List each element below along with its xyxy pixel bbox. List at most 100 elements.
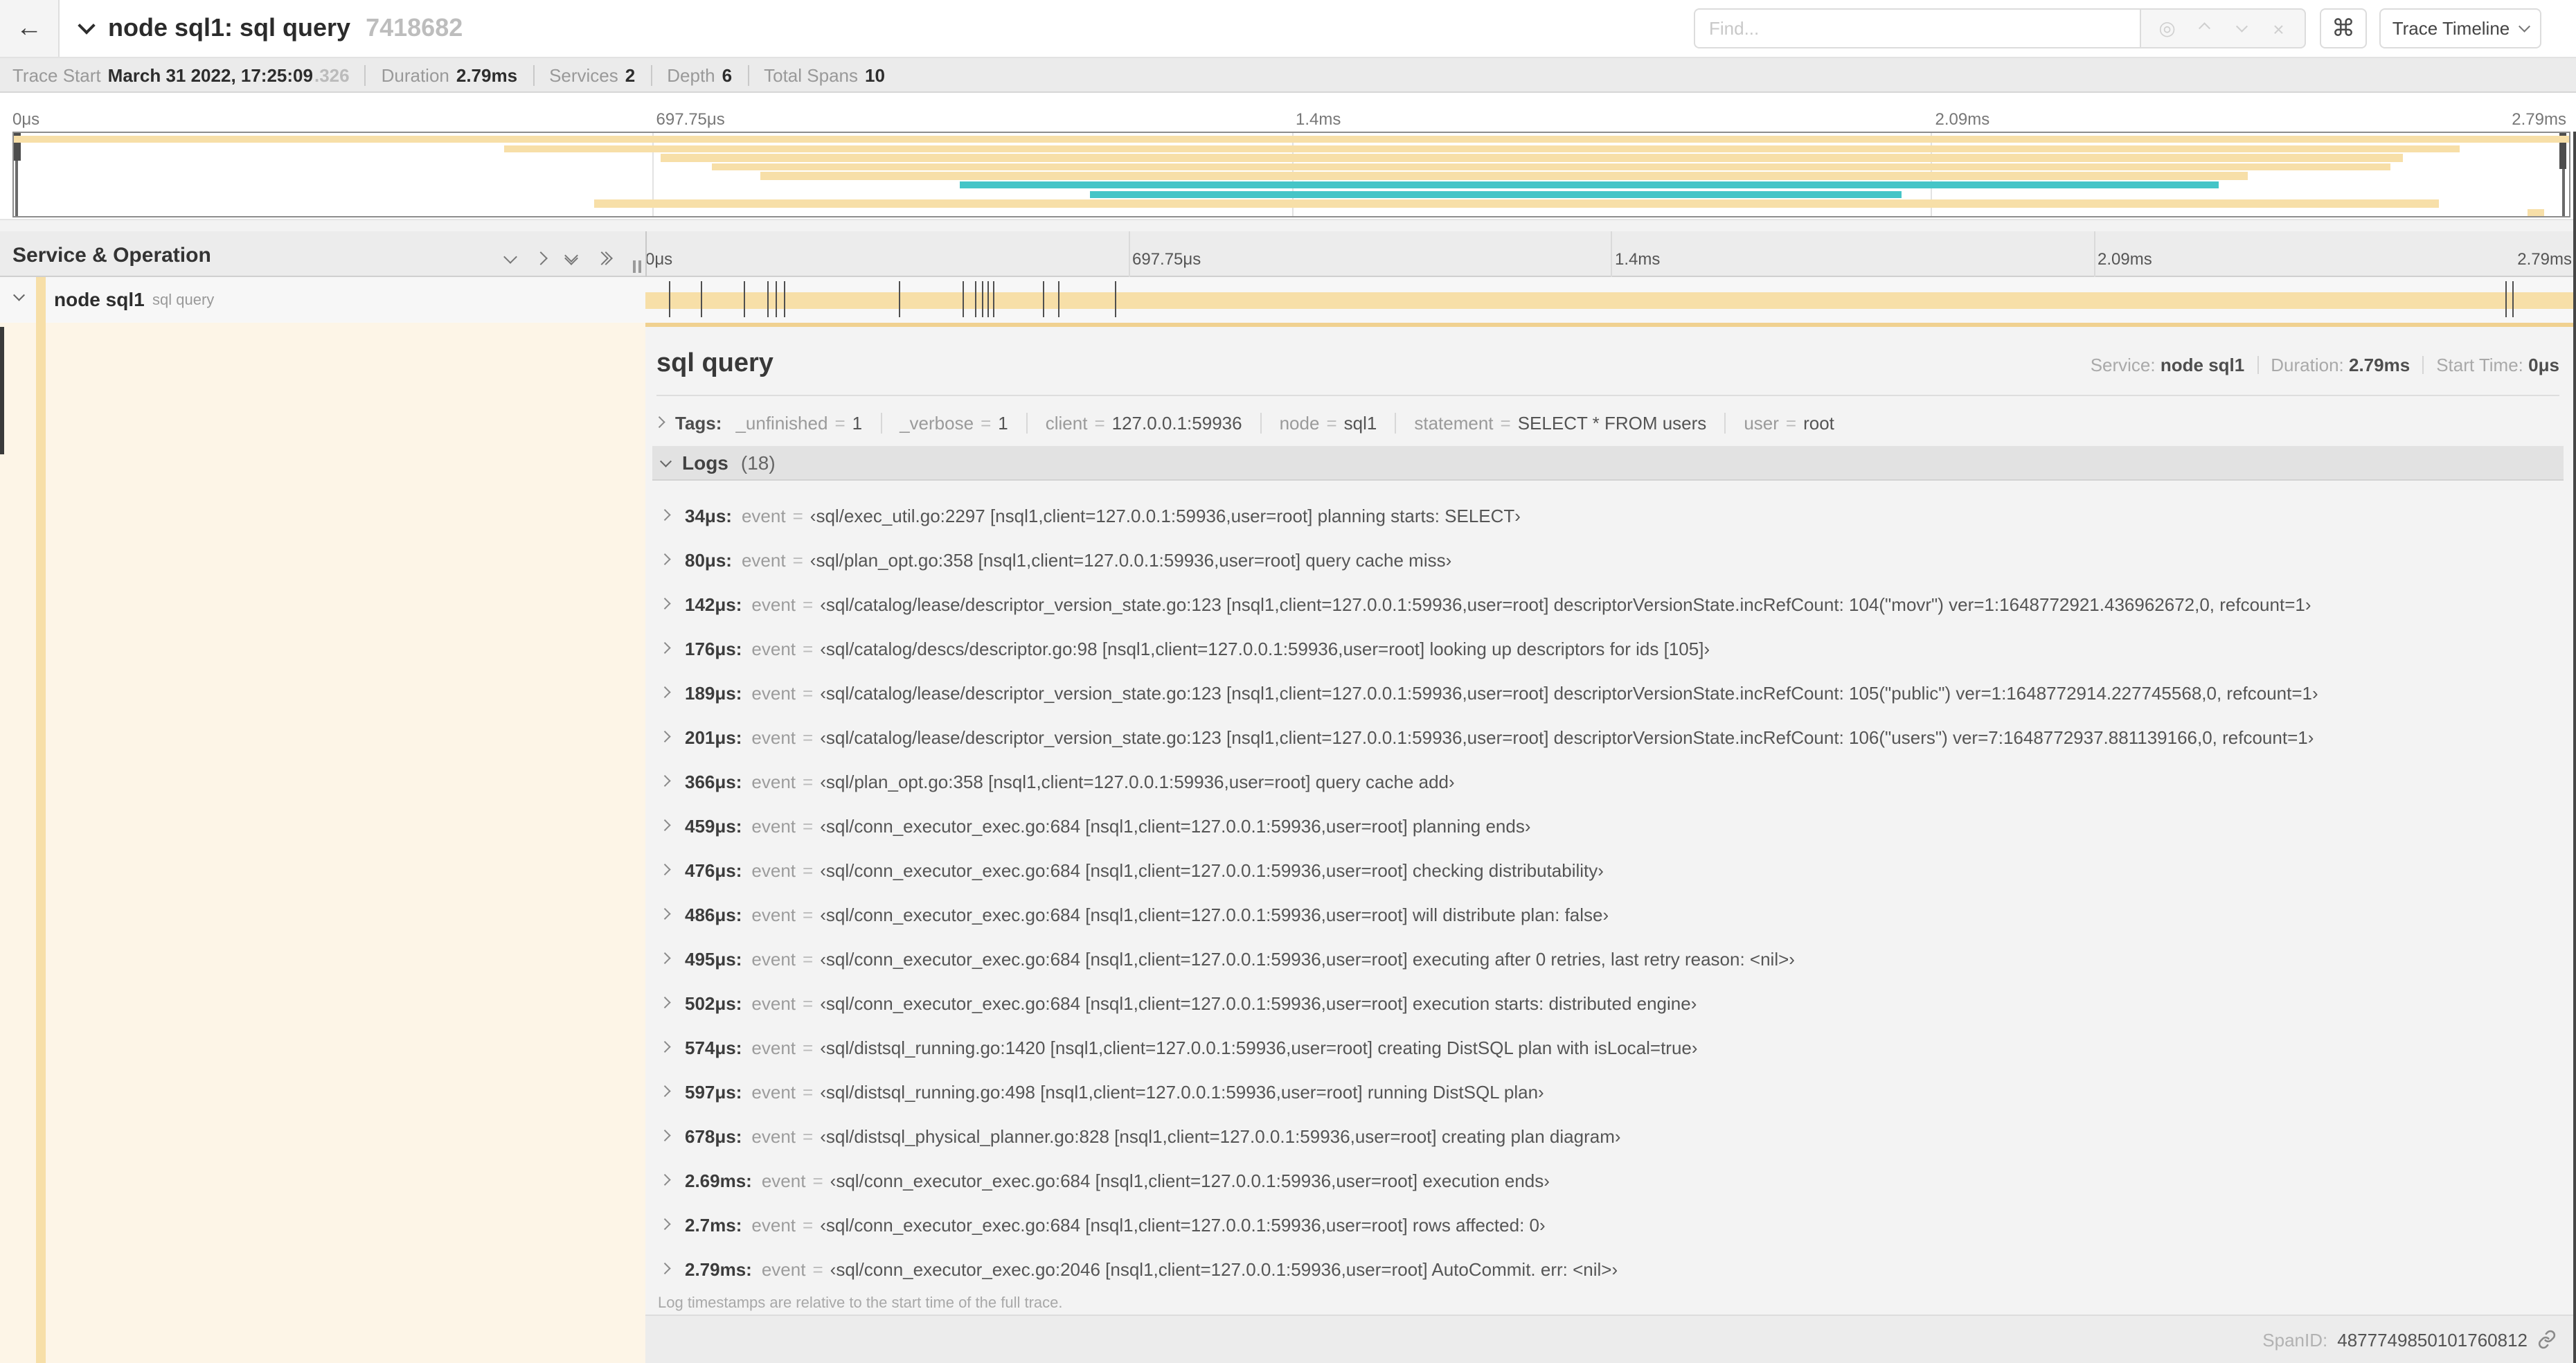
log-field-key: event <box>751 682 796 703</box>
chevron-right-icon <box>659 687 670 698</box>
span-row[interactable]: node sql1 sql query <box>0 277 2576 323</box>
chevron-right-icon <box>659 909 670 920</box>
locate-icon[interactable]: ◎ <box>2156 17 2179 39</box>
chevron-right-icon <box>659 1175 670 1186</box>
tags-label: Tags: <box>675 412 722 433</box>
log-row[interactable]: 2.79ms: event = ‹sql/conn_executor_exec.go:… <box>652 1247 2564 1291</box>
tag-key: node <box>1279 412 1320 433</box>
collapse-one-icon[interactable] <box>503 249 517 263</box>
equals-sign: = <box>803 1081 814 1102</box>
equals-sign: = <box>812 1258 823 1279</box>
log-marker-tick <box>1042 281 1044 317</box>
log-row[interactable]: 476μs: event = ‹sql/conn_executor_exec.go:6… <box>652 848 2564 892</box>
log-row[interactable]: 34μs: event = ‹sql/exec_util.go:2297 [nsql1… <box>652 493 2564 537</box>
log-field-key: event <box>741 549 786 570</box>
minimap-span <box>14 136 2569 143</box>
log-timestamp: 678μs: <box>685 1125 742 1146</box>
log-marker-tick <box>668 281 670 317</box>
chevron-right-icon <box>659 1219 670 1230</box>
log-row[interactable]: 459μs: event = ‹sql/conn_executor_exec.go:6… <box>652 803 2564 848</box>
equals-sign: = <box>803 1214 814 1235</box>
tag-item[interactable]: _verbose = 1 <box>880 412 1008 433</box>
selected-span-left-column <box>0 323 645 1363</box>
tag-item[interactable]: node = sql1 <box>1260 412 1377 433</box>
find-next-icon[interactable] <box>2230 17 2253 39</box>
log-row[interactable]: 80μs: event = ‹sql/plan_opt.go:358 [nsql1,c… <box>652 537 2564 582</box>
find-prev-icon[interactable] <box>2193 17 2215 39</box>
log-row[interactable]: 189μs: event = ‹sql/catalog/lease/descripto… <box>652 670 2564 715</box>
axis-tick-label: 697.75μs <box>656 109 725 129</box>
equals-sign: = <box>803 1037 814 1058</box>
tag-key: statement <box>1414 412 1494 433</box>
log-row[interactable]: 495μs: event = ‹sql/conn_executor_exec.go:6… <box>652 936 2564 981</box>
command-icon: ⌘ <box>2332 15 2355 41</box>
keyboard-shortcuts-button[interactable]: ⌘ <box>2320 8 2367 48</box>
view-select-button[interactable]: Trace Timeline <box>2379 8 2541 48</box>
chevron-right-icon <box>659 510 670 521</box>
span-detail-title: sql query <box>656 349 773 378</box>
log-row[interactable]: 201μs: event = ‹sql/catalog/lease/descripto… <box>652 715 2564 759</box>
log-field-value: ‹sql/conn_executor_exec.go:684 [nsql1,cl… <box>820 904 1609 925</box>
log-row[interactable]: 176μs: event = ‹sql/catalog/descs/descripto… <box>652 626 2564 670</box>
meta-value: March 31 2022, 17:25:09 <box>107 64 313 85</box>
trace-timeline-page: ← node sql1: sql query 7418682 ◎ × ⌘ Tra… <box>0 0 2576 1363</box>
column-resizer-handle[interactable] <box>633 260 641 273</box>
collapse-all-icon[interactable] <box>564 248 578 265</box>
back-button[interactable]: ← <box>0 0 60 57</box>
service-operation-header: Service & Operation <box>12 244 211 267</box>
find-input[interactable] <box>1694 8 2140 48</box>
log-row[interactable]: 2.7ms: event = ‹sql/conn_executor_exec.go:6… <box>652 1202 2564 1247</box>
tag-item[interactable]: user = root <box>1724 412 1834 433</box>
equals-sign: = <box>803 771 814 792</box>
minimap-span <box>711 163 2390 171</box>
log-row[interactable]: 678μs: event = ‹sql/distsql_physical_planne… <box>652 1114 2564 1158</box>
equals-sign: = <box>803 815 814 836</box>
expand-all-icon[interactable] <box>595 251 613 265</box>
chevron-right-icon <box>653 417 665 428</box>
clear-find-icon[interactable]: × <box>2267 17 2289 39</box>
log-field-value: ‹sql/distsql_running.go:498 [nsql1,clien… <box>820 1081 1544 1102</box>
log-row[interactable]: 486μs: event = ‹sql/conn_executor_exec.go:6… <box>652 892 2564 936</box>
log-row[interactable]: 366μs: event = ‹sql/plan_opt.go:358 [nsql1,… <box>652 759 2564 803</box>
tag-key: user <box>1744 412 1779 433</box>
tag-item[interactable]: _unfinished = 1 <box>735 412 862 433</box>
start-time-label: Start Time: <box>2436 355 2523 375</box>
collapse-span-chevron-icon[interactable] <box>13 289 25 301</box>
minimap-canvas[interactable] <box>12 132 2570 217</box>
scrollbar[interactable] <box>2573 132 2576 1363</box>
equals-sign: = <box>803 992 814 1013</box>
duration-value: 2.79ms <box>2349 355 2410 375</box>
tags-row[interactable]: Tags: _unfinished = 1 _verbose = 1 client = 127.… <box>653 410 1834 435</box>
log-row[interactable]: 502μs: event = ‹sql/conn_executor_exec.go:6… <box>652 981 2564 1025</box>
equals-sign: = <box>981 412 992 433</box>
tag-value: root <box>1803 412 1834 433</box>
collapse-trace-chevron-icon[interactable] <box>78 16 96 34</box>
chevron-down-icon <box>2519 21 2530 32</box>
trace-meta-item: Duration 2.79ms <box>364 64 517 85</box>
log-row[interactable]: 574μs: event = ‹sql/distsql_running.go:1420… <box>652 1025 2564 1069</box>
log-field-value: ‹sql/conn_executor_exec.go:684 [nsql1,cl… <box>820 948 1795 969</box>
log-field-key: event <box>751 904 796 925</box>
tag-item[interactable]: client = 127.0.0.1:59936 <box>1026 412 1242 433</box>
span-color-stripe <box>36 323 46 1363</box>
log-field-key: event <box>751 1214 796 1235</box>
log-row[interactable]: 2.69ms: event = ‹sql/conn_executor_exec.go:… <box>652 1158 2564 1202</box>
log-row[interactable]: 142μs: event = ‹sql/catalog/lease/descripto… <box>652 582 2564 626</box>
log-timestamp: 80μs: <box>685 549 732 570</box>
axis-tick-label: 2.09ms <box>2098 249 2152 269</box>
chevron-right-icon <box>659 776 670 787</box>
minimap-span <box>504 145 2460 152</box>
spanid-value: 4877749850101760812 <box>2337 1329 2528 1350</box>
chevron-right-icon <box>659 731 670 742</box>
log-timestamp: 2.79ms: <box>685 1258 752 1279</box>
link-icon[interactable] <box>2537 1330 2557 1349</box>
tag-item[interactable]: statement = SELECT * FROM users <box>1395 412 1706 433</box>
logs-header[interactable]: Logs (18) <box>652 446 2564 481</box>
chevron-right-icon <box>659 953 670 964</box>
meta-value: 6 <box>722 64 733 85</box>
log-row[interactable]: 597μs: event = ‹sql/distsql_running.go:498 … <box>652 1069 2564 1114</box>
minimap-span <box>959 181 2219 189</box>
expand-one-icon[interactable] <box>534 251 548 265</box>
trace-meta-item: Depth 6 <box>650 64 732 85</box>
log-field-value: ‹sql/conn_executor_exec.go:684 [nsql1,cl… <box>830 1170 1550 1191</box>
